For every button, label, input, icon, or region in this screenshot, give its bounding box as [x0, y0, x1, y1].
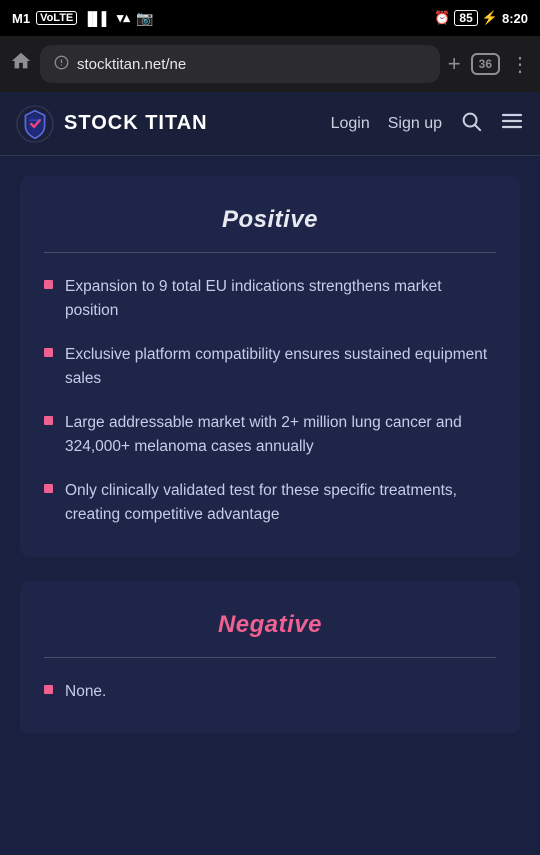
- site-logo[interactable]: STOCK TITAN: [16, 105, 331, 143]
- negative-bullet-list: None.: [44, 680, 496, 704]
- list-item: None.: [44, 680, 496, 704]
- bullet-text: Large addressable market with 2+ million…: [65, 411, 496, 459]
- carrier-label: M1: [12, 11, 30, 26]
- positive-divider: [44, 252, 496, 253]
- bullet-icon: [44, 484, 53, 493]
- url-bar[interactable]: stocktitan.net/ne: [40, 45, 440, 83]
- negative-title: Negative: [44, 611, 496, 639]
- tabs-count-button[interactable]: 36: [471, 53, 500, 75]
- main-content: Positive Expansion to 9 total EU indicat…: [0, 156, 540, 855]
- bullet-icon: [44, 348, 53, 357]
- search-button[interactable]: [460, 110, 482, 138]
- charging-icon: ⚡: [482, 10, 498, 26]
- volte-badge: VoLTE: [36, 11, 77, 25]
- bullet-icon: [44, 280, 53, 289]
- alarm-icon: ⏰: [434, 10, 450, 26]
- positive-title: Positive: [44, 206, 496, 234]
- home-button[interactable]: [10, 50, 32, 78]
- status-right: ⏰ 85 ⚡ 8:20: [434, 10, 528, 26]
- browser-actions: + 36 ⋮: [448, 51, 530, 77]
- signal-icon: ▐▌▌: [83, 11, 111, 26]
- bullet-text: None.: [65, 680, 106, 704]
- status-carrier: M1 VoLTE ▐▌▌ ▾▴ 📷: [12, 10, 153, 27]
- bullet-text: Exclusive platform compatibility ensures…: [65, 343, 496, 391]
- signup-link[interactable]: Sign up: [388, 115, 442, 133]
- positive-bullet-list: Expansion to 9 total EU indications stre…: [44, 275, 496, 527]
- browser-chrome: stocktitan.net/ne + 36 ⋮: [0, 36, 540, 92]
- negative-divider: [44, 657, 496, 658]
- hamburger-menu-button[interactable]: [500, 109, 524, 139]
- wifi-icon: ▾▴: [117, 10, 130, 26]
- site-nav: Login Sign up: [331, 109, 524, 139]
- bullet-icon: [44, 416, 53, 425]
- bullet-text: Expansion to 9 total EU indications stre…: [65, 275, 496, 323]
- time-display: 8:20: [502, 11, 528, 26]
- bullet-text: Only clinically validated test for these…: [65, 479, 496, 527]
- list-item: Expansion to 9 total EU indications stre…: [44, 275, 496, 323]
- instagram-icon: 📷: [136, 10, 153, 27]
- site-header: STOCK TITAN Login Sign up: [0, 92, 540, 156]
- positive-section: Positive Expansion to 9 total EU indicat…: [20, 176, 520, 557]
- negative-section: Negative None.: [20, 581, 520, 734]
- logo-icon: [16, 105, 54, 143]
- browser-menu-button[interactable]: ⋮: [510, 52, 530, 77]
- url-security-icon: [54, 55, 69, 73]
- list-item: Exclusive platform compatibility ensures…: [44, 343, 496, 391]
- logo-text: STOCK TITAN: [64, 112, 208, 135]
- list-item: Large addressable market with 2+ million…: [44, 411, 496, 459]
- battery-badge: 85: [454, 10, 477, 26]
- status-bar: M1 VoLTE ▐▌▌ ▾▴ 📷 ⏰ 85 ⚡ 8:20: [0, 0, 540, 36]
- url-text: stocktitan.net/ne: [77, 56, 426, 73]
- new-tab-button[interactable]: +: [448, 51, 461, 77]
- bullet-icon: [44, 685, 53, 694]
- list-item: Only clinically validated test for these…: [44, 479, 496, 527]
- login-link[interactable]: Login: [331, 115, 370, 133]
